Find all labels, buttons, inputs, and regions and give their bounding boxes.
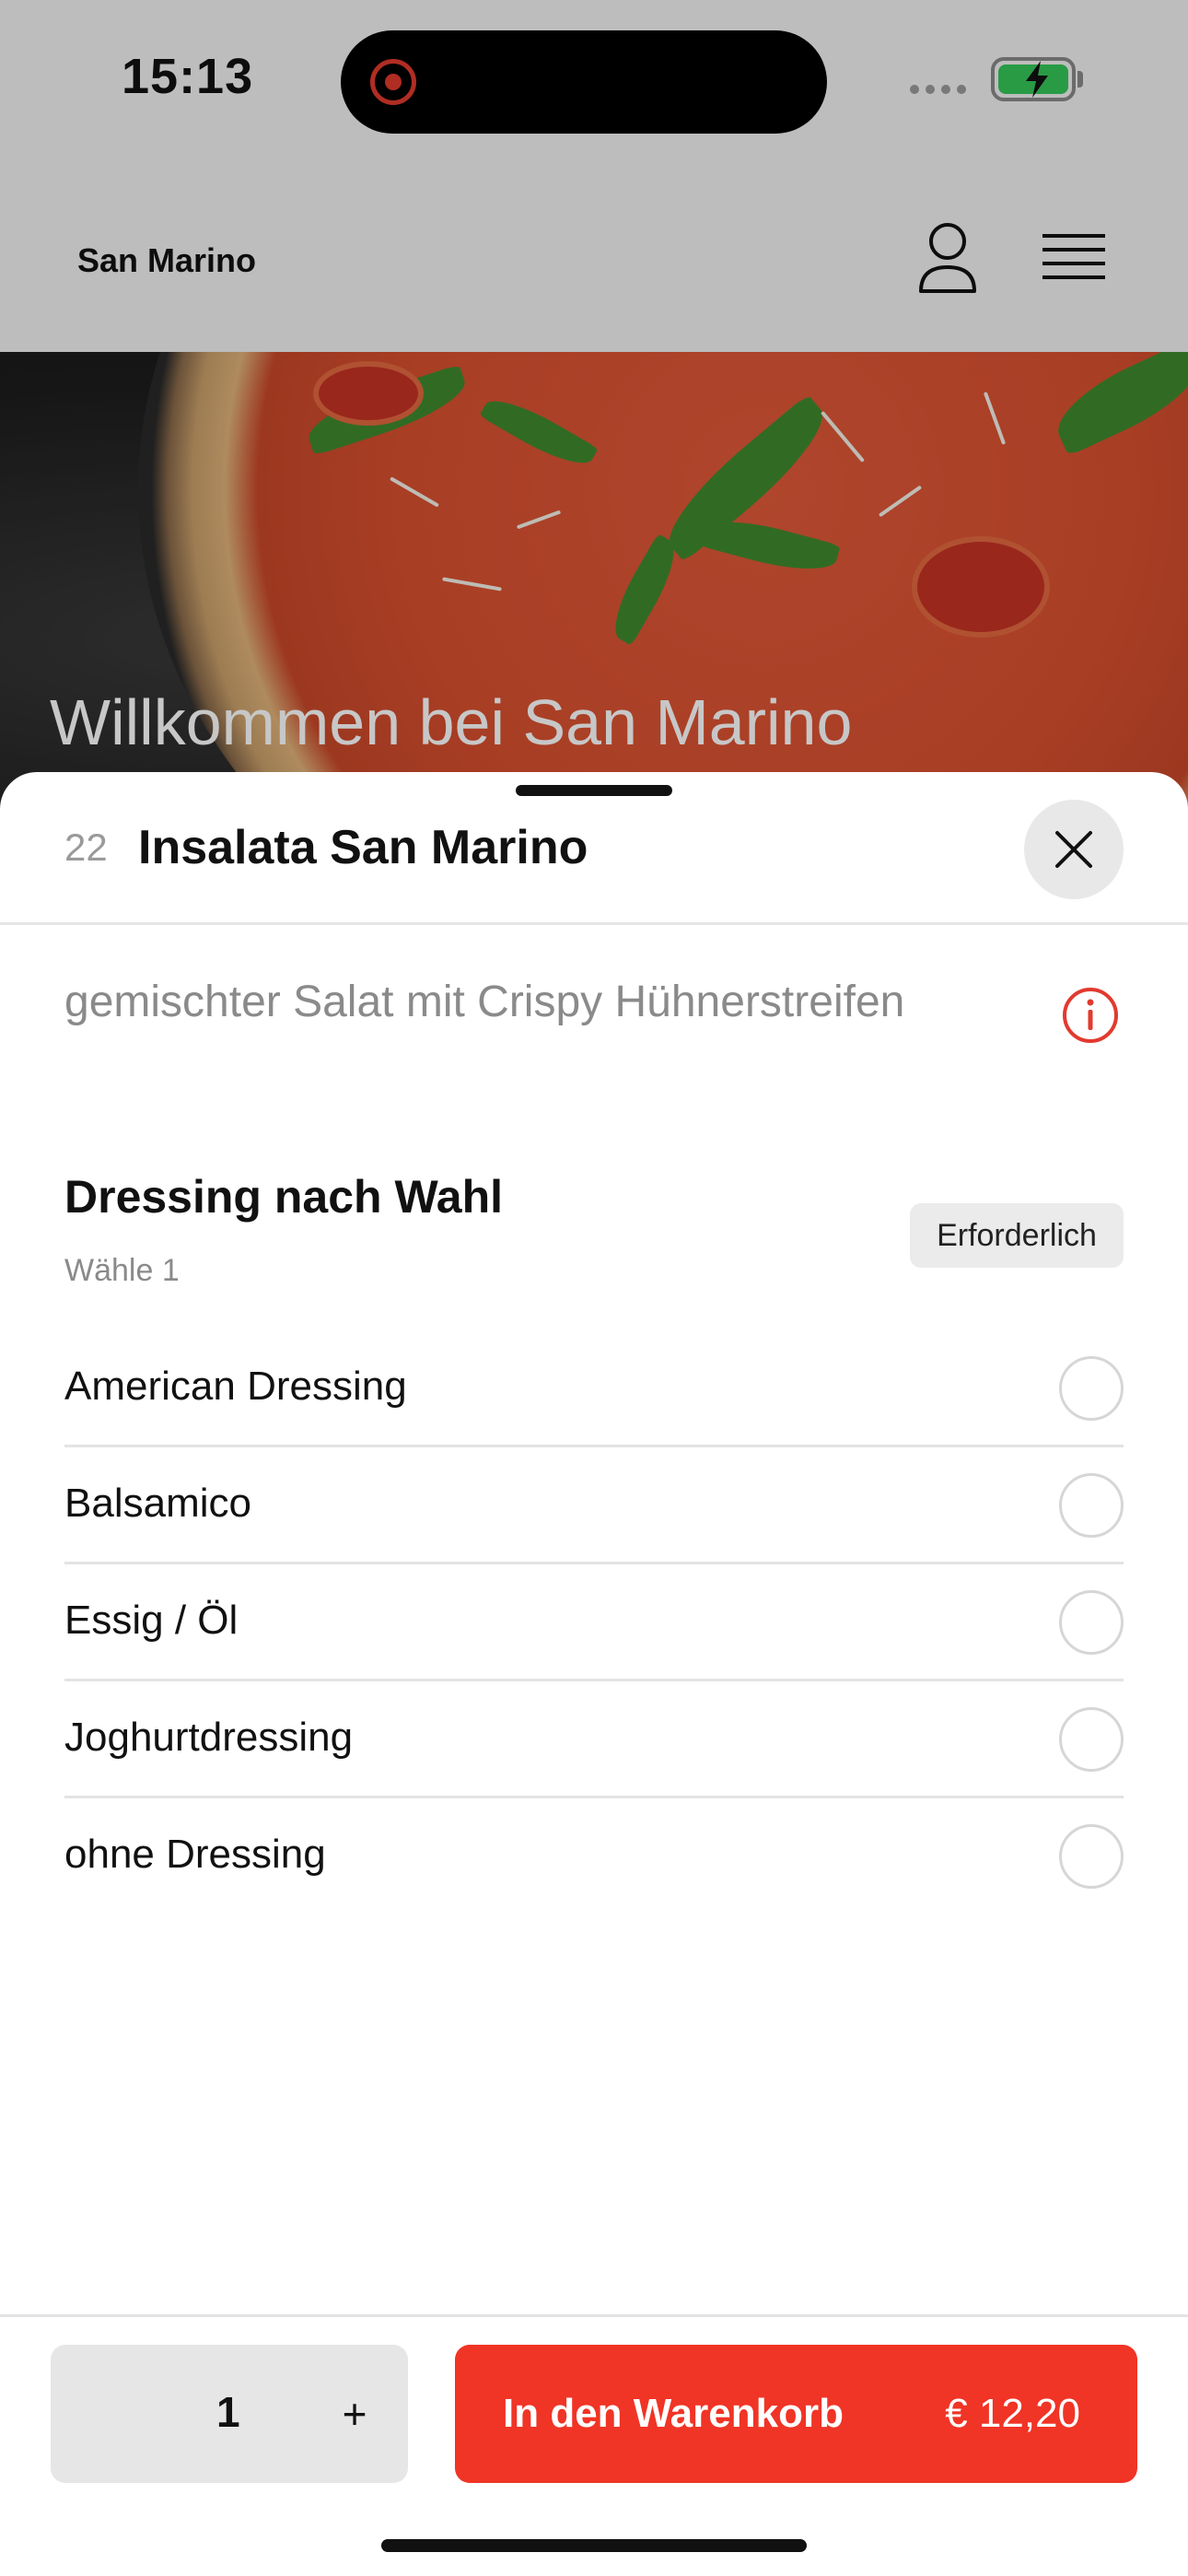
dressing-options-list: American Dressing Balsamico Essig / Öl J… (64, 1330, 1124, 1915)
sheet-header: 22 Insalata San Marino (0, 772, 1188, 925)
close-button[interactable] (1024, 800, 1124, 899)
option-radio[interactable] (1059, 1473, 1124, 1538)
close-icon (1055, 831, 1092, 868)
option-row[interactable]: ohne Dressing (64, 1798, 1124, 1915)
screen: 15:13 San Marino Willkommen bei San Mari… (0, 0, 1188, 2576)
option-label: Joghurtdressing (64, 1715, 354, 1760)
sheet-grabber[interactable] (516, 785, 672, 796)
option-row[interactable]: Joghurtdressing (64, 1681, 1124, 1798)
quantity-stepper: 1 + (51, 2345, 408, 2483)
option-radio[interactable] (1059, 1707, 1124, 1772)
option-label: ohne Dressing (64, 1832, 326, 1877)
option-radio[interactable] (1059, 1590, 1124, 1655)
order-footer: 1 + In den Warenkorb € 12,20 (0, 2314, 1188, 2576)
item-description: gemischter Salat mit Crispy Hühnerstreif… (64, 978, 905, 1026)
info-icon[interactable] (1061, 986, 1120, 1045)
option-row[interactable]: American Dressing (64, 1330, 1124, 1447)
section-title: Dressing nach Wahl (64, 1171, 504, 1223)
option-radio[interactable] (1059, 1824, 1124, 1889)
option-radio[interactable] (1059, 1356, 1124, 1421)
add-to-cart-label: In den Warenkorb (503, 2391, 844, 2436)
add-to-cart-button[interactable]: In den Warenkorb € 12,20 (455, 2345, 1137, 2483)
item-title: Insalata San Marino (138, 821, 588, 874)
dim-overlay[interactable] (0, 0, 1188, 829)
option-label: Balsamico (64, 1481, 251, 1526)
item-number: 22 (64, 825, 108, 869)
item-detail-sheet: 22 Insalata San Marino gemischter Salat … (0, 772, 1188, 2576)
option-label: Essig / Öl (64, 1598, 239, 1643)
home-indicator[interactable] (381, 2539, 807, 2552)
quantity-value: 1 (216, 2388, 240, 2436)
option-label: American Dressing (64, 1364, 407, 1409)
required-badge: Erforderlich (910, 1203, 1124, 1268)
option-row[interactable]: Essig / Öl (64, 1564, 1124, 1681)
section-subtitle: Wähle 1 (64, 1253, 180, 1288)
item-price: € 12,20 (945, 2391, 1080, 2436)
option-row[interactable]: Balsamico (64, 1447, 1124, 1564)
increase-quantity-button[interactable]: + (318, 2372, 391, 2455)
